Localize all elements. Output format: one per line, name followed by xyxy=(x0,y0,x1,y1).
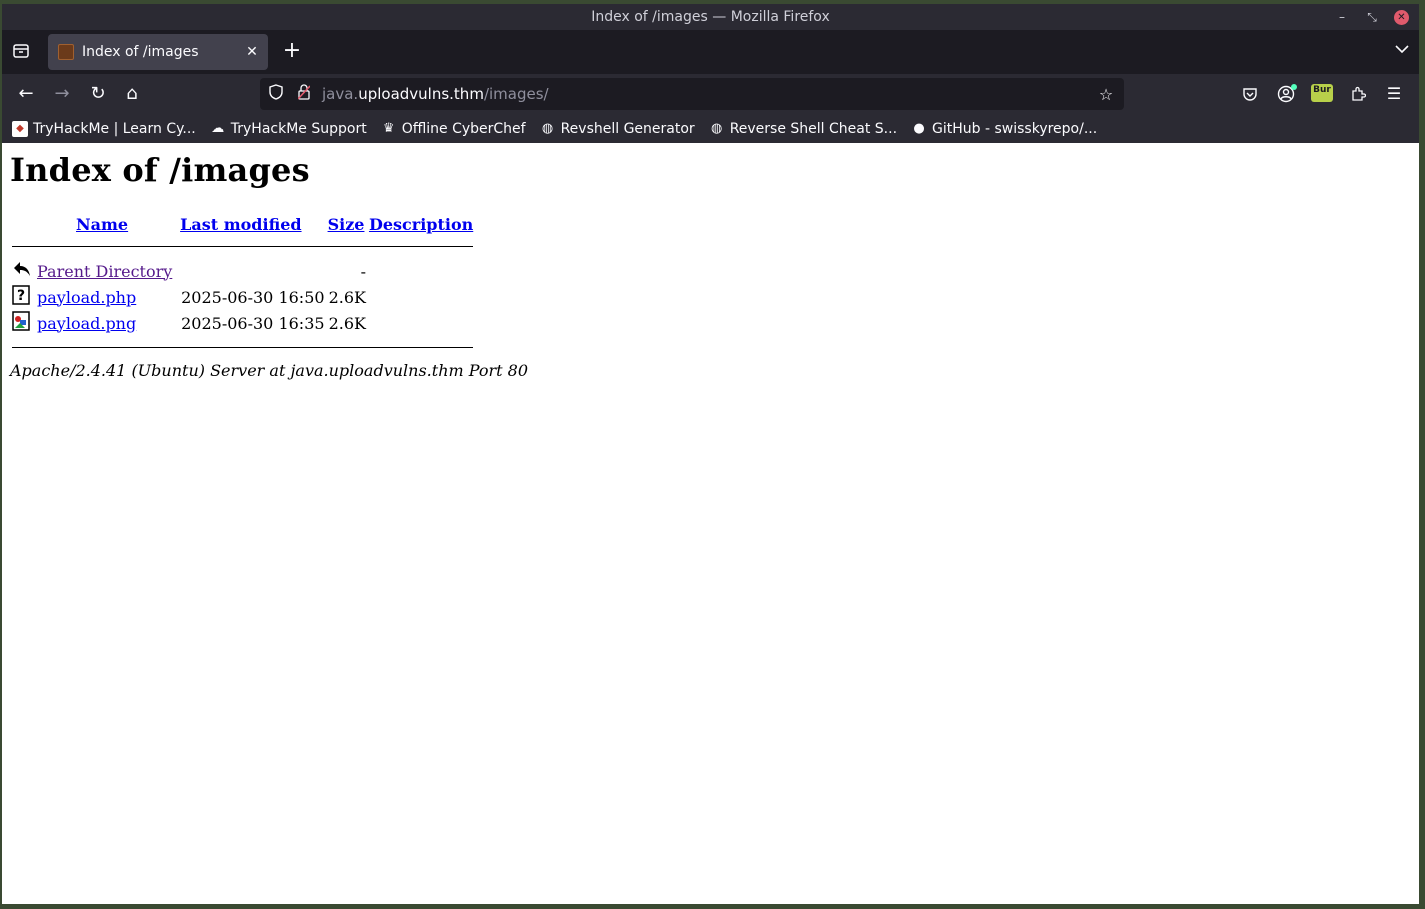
back-arrow-icon xyxy=(12,259,30,279)
url-bar[interactable]: java.uploadvulns.thm/images/ ☆ xyxy=(260,78,1124,110)
list-all-tabs-chevron-down-icon[interactable] xyxy=(1395,42,1409,58)
file-link-payload-php[interactable]: payload.php xyxy=(37,288,136,307)
maximize-button[interactable]: ⤡ xyxy=(1364,4,1380,30)
table-header-row: Name Last modified Size Description xyxy=(12,213,473,240)
title-bar: Index of /images — Mozilla Firefox – ⤡ ✕ xyxy=(2,4,1419,30)
page-content: Index of /images Name Last modified Size… xyxy=(2,143,1419,904)
tab-favicon-icon xyxy=(58,44,74,60)
bookmark-star-icon[interactable]: ☆ xyxy=(1096,85,1116,104)
page-title: Index of /images xyxy=(10,151,310,189)
row-modified: 2025-06-30 16:50 xyxy=(181,287,325,307)
back-button[interactable]: ← xyxy=(14,82,38,106)
bookmark-tryhackme-support[interactable]: ☁ TryHackMe Support xyxy=(210,121,366,137)
row-size: 2.6K xyxy=(328,287,366,307)
app-menu-hamburger-icon[interactable]: ☰ xyxy=(1383,82,1405,106)
row-size: 2.6K xyxy=(328,313,366,333)
bookmarks-toolbar: ◆ TryHackMe | Learn Cy... ☁ TryHackMe Supp… xyxy=(2,114,1419,145)
bookmark-github-swisskyrepo[interactable]: ● GitHub - swisskyrepo/... xyxy=(911,121,1097,137)
table-row: payload.png 2025-06-30 16:35 2.6K xyxy=(12,311,473,335)
url-host: uploadvulns.thm xyxy=(358,85,484,103)
separator-row xyxy=(12,337,474,348)
separator-rule xyxy=(12,246,474,247)
home-button[interactable]: ⌂ xyxy=(120,82,144,106)
url-path: /images/ xyxy=(483,85,549,103)
image-file-icon xyxy=(12,311,30,331)
globe-icon: ◍ xyxy=(541,121,554,136)
toolbar-right-icons: Bur ☰ xyxy=(1239,82,1405,106)
table-row: ? payload.php 2025-06-30 16:50 2.6K xyxy=(12,285,473,309)
firefox-view-icon[interactable] xyxy=(12,42,30,60)
bookmark-reverse-shell-cheat-sheet[interactable]: ◍ Reverse Shell Cheat S... xyxy=(709,121,897,137)
server-signature: Apache/2.4.41 (Ubuntu) Server at java.up… xyxy=(10,361,529,380)
sort-by-description-link[interactable]: Description xyxy=(369,215,473,234)
notification-dot xyxy=(1291,84,1297,90)
bookmark-offline-cyberchef[interactable]: ♛ Offline CyberChef xyxy=(381,121,526,137)
separator-row xyxy=(12,242,474,257)
bookmark-tryhackme[interactable]: ◆ TryHackMe | Learn Cy... xyxy=(12,121,196,137)
unknown-file-icon: ? xyxy=(12,285,30,305)
reload-button[interactable]: ↻ xyxy=(86,82,110,106)
row-description xyxy=(369,311,473,335)
sort-by-last-modified-link[interactable]: Last modified xyxy=(180,215,301,234)
url-subdomain: java. xyxy=(322,85,359,103)
row-description xyxy=(369,259,473,283)
tab-index-of-images[interactable]: Index of /images ✕ xyxy=(48,34,268,70)
github-icon: ● xyxy=(913,121,925,136)
forward-button[interactable]: → xyxy=(50,82,74,106)
sort-by-size-link[interactable]: Size xyxy=(328,215,365,234)
insecure-lock-icon[interactable] xyxy=(296,84,312,104)
icon-column-header xyxy=(12,213,34,240)
file-link-payload-png[interactable]: payload.png xyxy=(37,314,136,333)
extensions-puzzle-icon[interactable] xyxy=(1347,82,1369,106)
row-modified xyxy=(180,259,325,283)
tab-close-icon[interactable]: ✕ xyxy=(242,44,262,60)
row-description xyxy=(369,285,473,309)
tab-strip: Index of /images ✕ + xyxy=(2,30,1419,74)
tracking-protection-shield-icon[interactable] xyxy=(268,84,284,104)
tryhackme-icon: ◆ xyxy=(12,121,28,137)
browser-window: Index of /images — Mozilla Firefox – ⤡ ✕… xyxy=(2,4,1419,904)
close-window-button[interactable]: ✕ xyxy=(1394,9,1409,25)
chef-hat-icon: ♛ xyxy=(382,121,395,136)
row-size: - xyxy=(360,261,366,281)
directory-listing-table: Name Last modified Size Description Pare… xyxy=(10,211,475,350)
cloud-icon: ☁ xyxy=(211,121,225,136)
url-text[interactable]: java.uploadvulns.thm/images/ xyxy=(322,85,1096,103)
account-icon[interactable] xyxy=(1275,82,1297,106)
separator-rule xyxy=(12,347,474,348)
parent-directory-link[interactable]: Parent Directory xyxy=(37,262,172,281)
pocket-icon[interactable] xyxy=(1239,82,1261,106)
window-controls: – ⤡ ✕ xyxy=(1334,4,1409,30)
window-title: Index of /images — Mozilla Firefox xyxy=(591,9,830,25)
new-tab-button[interactable]: + xyxy=(282,39,302,63)
sort-by-name-link[interactable]: Name xyxy=(76,215,128,234)
svg-text:?: ? xyxy=(17,288,25,304)
globe-icon: ◍ xyxy=(711,121,723,136)
bookmark-revshell-generator[interactable]: ◍ Revshell Generator xyxy=(540,121,695,137)
row-modified: 2025-06-30 16:35 xyxy=(181,313,325,333)
burp-proxy-extension-icon[interactable]: Bur xyxy=(1311,84,1333,102)
minimize-button[interactable]: – xyxy=(1334,4,1350,30)
tab-title: Index of /images xyxy=(82,44,199,60)
table-row: Parent Directory - xyxy=(12,259,473,283)
navigation-toolbar: ← → ↻ ⌂ java.uploadvulns.thm/images/ ☆ B… xyxy=(2,74,1419,114)
